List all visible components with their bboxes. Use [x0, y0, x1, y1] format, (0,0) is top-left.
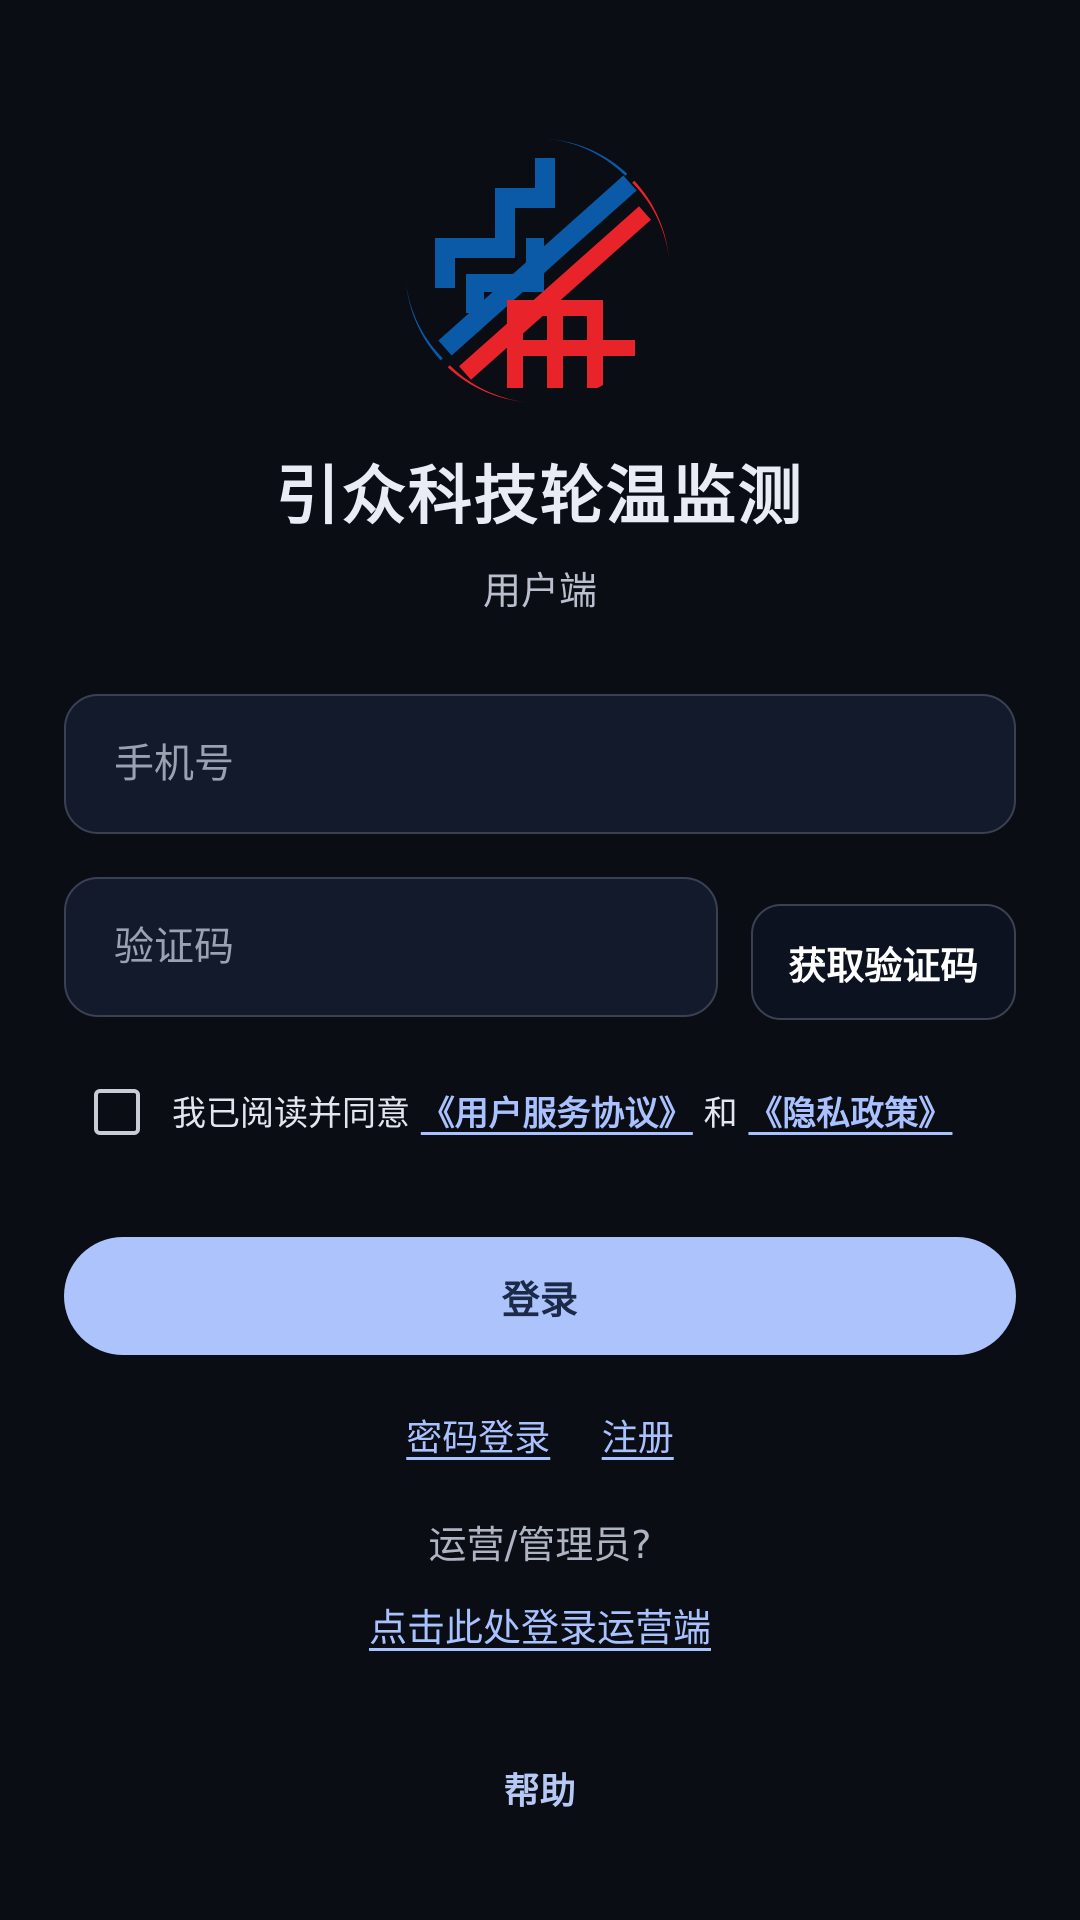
register-link[interactable]: 注册: [602, 1418, 674, 1459]
alt-login-links: 密码登录 注册: [0, 1412, 1080, 1466]
verification-code-input[interactable]: [64, 877, 718, 1017]
terms-link[interactable]: 《用户服务协议》: [421, 1094, 693, 1134]
operator-question: 运营/管理员?: [428, 1523, 652, 1567]
privacy-link[interactable]: 《隐私政策》: [748, 1094, 952, 1134]
login-button[interactable]: 登录: [64, 1237, 1016, 1355]
agreement-prefix: 我已阅读并同意: [172, 1094, 410, 1134]
app-subtitle: 用户端: [482, 569, 597, 613]
app-title: 引众科技轮温监测: [276, 460, 804, 534]
app-logo: [405, 138, 670, 403]
operator-login-link[interactable]: 点击此处登录运营端: [369, 1606, 711, 1650]
help-link[interactable]: 帮助: [0, 1765, 1080, 1819]
agreement-and: 和: [703, 1094, 738, 1134]
agreement-checkbox[interactable]: [94, 1089, 140, 1135]
agreement-text: 我已阅读并同意 《用户服务协议》 和 《隐私政策》: [172, 1086, 952, 1142]
operator-login-container: 点击此处登录运营端: [0, 1600, 1080, 1656]
get-code-button[interactable]: 获取验证码: [751, 904, 1016, 1020]
phone-input[interactable]: [64, 694, 1016, 834]
password-login-link[interactable]: 密码登录: [406, 1418, 550, 1459]
